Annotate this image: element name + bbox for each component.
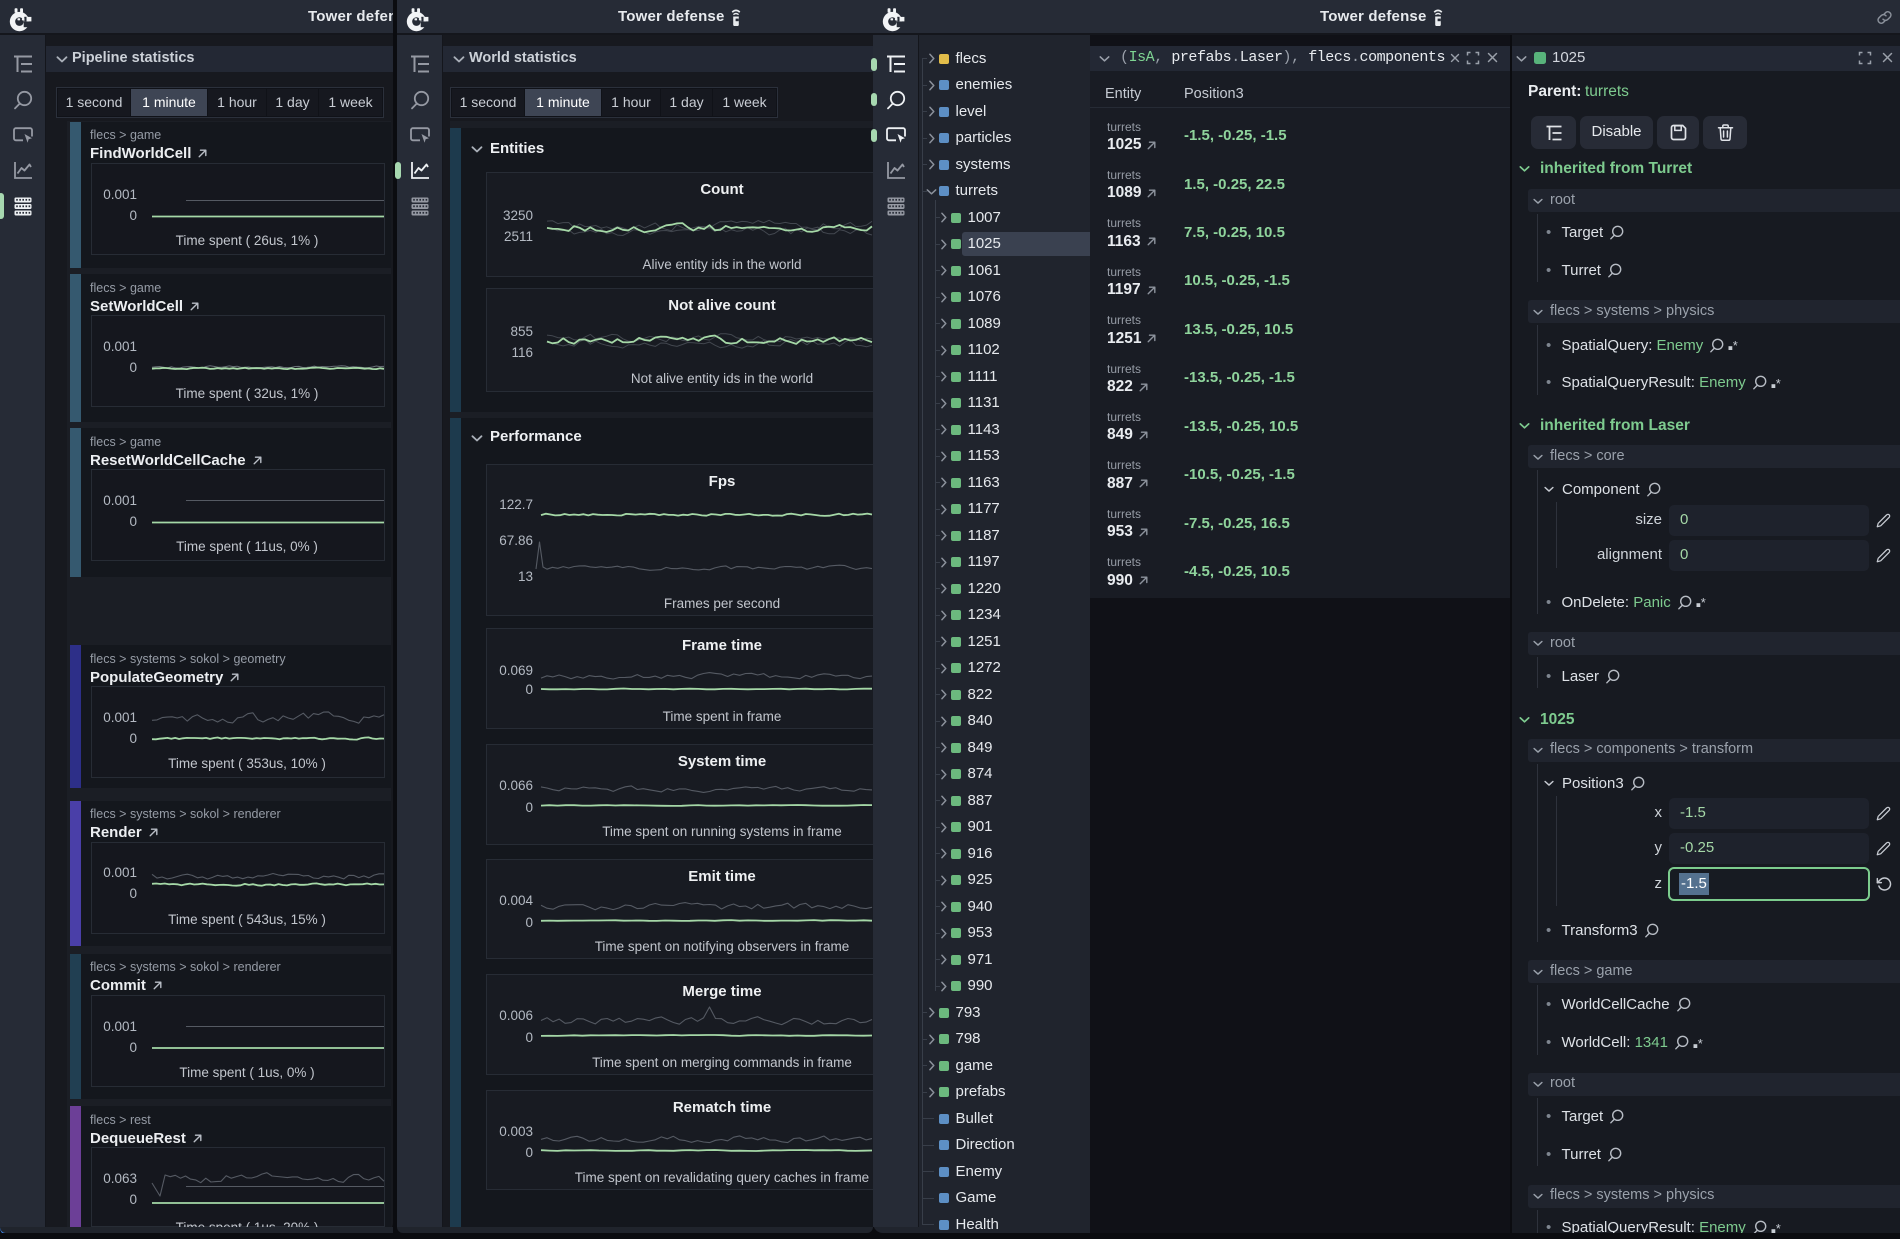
svg-text:*: * [1698, 1036, 1703, 1050]
svg-text:*: * [1701, 595, 1706, 609]
svg-text:*: * [1776, 376, 1781, 390]
svg-text:*: * [1733, 338, 1738, 352]
